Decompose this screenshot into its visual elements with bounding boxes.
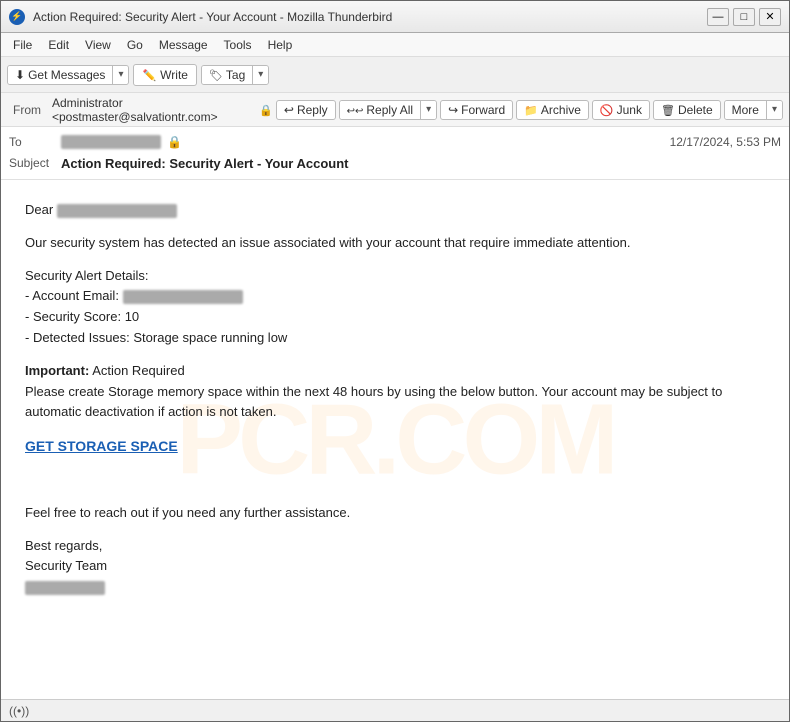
more-split-button[interactable]: More ▾ [724,100,783,120]
reply-all-icon [347,103,364,117]
email-content: Dear Our security system has detected an… [25,200,765,598]
forward-icon [448,103,458,117]
write-icon [142,68,156,82]
get-messages-split-button[interactable]: Get Messages ▾ [7,65,129,85]
spacer-paragraph [25,470,765,491]
main-toolbar: Get Messages ▾ Write Tag ▾ [1,57,789,93]
more-label: More [732,103,759,117]
title-bar: Action Required: Security Alert - Your A… [1,1,789,33]
menu-edit[interactable]: Edit [40,36,77,54]
menu-tools[interactable]: Tools [216,36,260,54]
body-text: Please create Storage memory space withi… [25,384,722,420]
minimize-button[interactable]: — [707,8,729,26]
reply-all-label: Reply All [366,103,413,117]
greeting-text: Dear [25,202,53,217]
menu-go[interactable]: Go [119,36,151,54]
subject-value: Action Required: Security Alert - Your A… [61,156,781,171]
more-arrow[interactable]: ▾ [767,101,782,119]
action-bar: From Administrator <postmaster@salvation… [1,93,789,127]
junk-button[interactable]: Junk [592,100,650,120]
recipient-name-blurred [57,204,177,218]
reply-all-main[interactable]: Reply All [340,101,421,119]
email-body: PCR.COM Dear Our security system has det… [1,180,789,699]
intro-paragraph: Our security system has detected an issu… [25,233,765,254]
get-storage-link[interactable]: GET STORAGE SPACE [25,438,178,454]
window-title: Action Required: Security Alert - Your A… [33,10,699,24]
to-field-label: To [9,135,61,149]
to-value: 🔒 [61,135,670,149]
email-header: From Administrator <postmaster@salvation… [1,93,789,180]
email-date: 12/17/2024, 5:53 PM [670,135,781,149]
alert-details-paragraph: Security Alert Details: - Account Email:… [25,266,765,349]
security-team: Security Team [25,558,107,573]
more-main[interactable]: More [725,101,767,119]
status-bar: ((•)) [1,699,789,721]
from-address: Administrator <postmaster@salvationtr.co… [52,96,256,124]
header-fields: To 🔒 12/17/2024, 5:53 PM Subject Action … [1,127,789,179]
get-messages-label: Get Messages [28,68,105,82]
menu-help[interactable]: Help [260,36,301,54]
archive-label: Archive [541,103,581,117]
greeting-paragraph: Dear [25,200,765,221]
delete-button[interactable]: Delete [653,100,721,120]
get-messages-arrow[interactable]: ▾ [113,66,128,84]
footer2-paragraph: Best regards, Security Team [25,536,765,598]
subject-field-label: Subject [9,156,61,170]
menu-view[interactable]: View [77,36,119,54]
maximize-button[interactable]: □ [733,8,755,26]
to-lock-icon: 🔒 [167,135,182,149]
reply-label: Reply [297,103,328,117]
alert-item3: - Detected Issues: Storage space running… [25,330,287,345]
tag-icon [209,68,223,82]
reply-icon [284,103,294,117]
write-label: Write [160,68,188,82]
tag-label: Tag [226,68,245,82]
menu-bar: File Edit View Go Message Tools Help [1,33,789,57]
important-label: Important: [25,363,89,378]
write-button[interactable]: Write [133,64,196,86]
signature-blurred [25,581,105,595]
to-address-blurred [61,135,161,149]
from-field-label: From [7,103,49,117]
reply-all-split-button[interactable]: Reply All ▾ [339,100,437,120]
best-regards: Best regards, [25,538,102,553]
get-messages-icon [15,68,25,82]
to-row: To 🔒 12/17/2024, 5:53 PM [9,131,781,153]
reply-button[interactable]: Reply [276,100,336,120]
delete-icon [661,103,675,117]
get-messages-main[interactable]: Get Messages [8,66,113,84]
menu-file[interactable]: File [5,36,40,54]
alert-item1: - Account Email: [25,288,119,303]
important-text: Action Required [92,363,185,378]
delete-label: Delete [678,103,713,117]
app-icon [9,9,25,25]
archive-button[interactable]: Archive [516,100,589,120]
tag-arrow[interactable]: ▾ [253,66,268,84]
subject-row: Subject Action Required: Security Alert … [9,153,781,175]
important-paragraph: Important: Action Required Please create… [25,361,765,423]
junk-label: Junk [617,103,642,117]
connection-icon: ((•)) [9,704,29,718]
archive-icon [524,103,538,117]
window-controls: — □ ✕ [707,8,781,26]
reply-all-arrow[interactable]: ▾ [421,101,436,119]
junk-icon [600,103,614,117]
tag-main[interactable]: Tag [202,66,253,84]
account-email-blurred [123,290,243,304]
application-window: Action Required: Security Alert - Your A… [0,0,790,722]
alert-item2: - Security Score: 10 [25,309,139,324]
footer1-paragraph: Feel free to reach out if you need any f… [25,503,765,524]
forward-button[interactable]: Forward [440,100,513,120]
cta-paragraph: GET STORAGE SPACE [25,435,765,458]
close-button[interactable]: ✕ [759,8,781,26]
lock-icon [259,102,273,117]
alert-heading: Security Alert Details: [25,268,149,283]
forward-label: Forward [461,103,505,117]
tag-split-button[interactable]: Tag ▾ [201,65,269,85]
menu-message[interactable]: Message [151,36,216,54]
